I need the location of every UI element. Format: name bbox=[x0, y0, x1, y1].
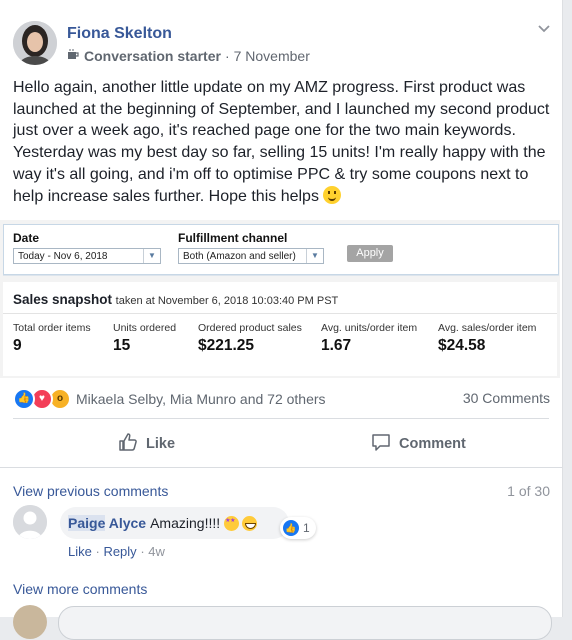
like-button[interactable]: Like bbox=[118, 432, 175, 456]
commenter-first-name: Paige bbox=[68, 515, 106, 531]
post-text: Hello again, another little update on my… bbox=[13, 77, 553, 207]
current-user-avatar bbox=[13, 605, 47, 639]
metric-value: 9 bbox=[13, 337, 22, 354]
metric-label: Avg. sales/order item bbox=[438, 322, 537, 334]
comment-actions: Like · Reply · 4w bbox=[68, 544, 165, 559]
metric-avg-sales: Avg. sales/order item $24.58 bbox=[438, 322, 536, 355]
sales-snapshot: Sales snapshot taken at November 6, 2018… bbox=[3, 282, 557, 376]
comment-age[interactable]: 4w bbox=[148, 544, 165, 559]
comment-like-count[interactable]: 👍 1 bbox=[280, 517, 316, 539]
metric-value: $24.58 bbox=[438, 337, 486, 354]
chevron-down-icon[interactable] bbox=[538, 20, 550, 36]
view-previous-comments-link[interactable]: View previous comments bbox=[13, 483, 168, 499]
post-body: Hello again, another little update on my… bbox=[13, 79, 550, 205]
metric-label: Units ordered bbox=[113, 322, 177, 334]
comment-pager: 1 of 30 bbox=[507, 483, 550, 499]
comment-icon bbox=[371, 432, 391, 456]
metric-avg-units: Avg. units/order item 1.67 bbox=[321, 322, 417, 355]
post-card: Fiona Skelton Conversation starter · 7 N… bbox=[0, 0, 563, 640]
snapshot-divider bbox=[3, 313, 557, 314]
divider bbox=[0, 467, 562, 468]
like-reaction-icon: 👍 bbox=[13, 388, 35, 410]
metric-units-ordered: Units ordered 15 bbox=[113, 322, 176, 355]
author-name[interactable]: Fiona Skelton bbox=[67, 25, 172, 43]
snapshot-timestamp: taken at November 6, 2018 10:03:40 PM PS… bbox=[115, 295, 339, 307]
metric-value: 1.67 bbox=[321, 337, 352, 354]
like-label: Like bbox=[146, 436, 176, 452]
view-more-comments-link[interactable]: View more comments bbox=[13, 581, 147, 597]
comments-count[interactable]: 30 Comments bbox=[463, 390, 550, 406]
metric-total-order-items: Total order items 9 bbox=[13, 322, 91, 355]
metric-label: Ordered product sales bbox=[198, 322, 302, 334]
comment-reply-link[interactable]: Reply bbox=[103, 544, 136, 559]
dropdown-arrow-icon: ▼ bbox=[143, 249, 160, 263]
star-struck-emoji-icon bbox=[224, 515, 240, 531]
snapshot-header: Sales snapshot taken at November 6, 2018… bbox=[13, 292, 338, 307]
apply-button: Apply bbox=[347, 245, 393, 262]
write-comment-input[interactable] bbox=[58, 606, 552, 640]
fulfillment-select-value: Both (Amazon and seller) bbox=[183, 251, 296, 262]
comment-text: Amazing!!!! bbox=[150, 515, 221, 531]
metric-label: Avg. units/order item bbox=[321, 322, 418, 334]
fulfillment-label: Fulfillment channel bbox=[178, 231, 288, 245]
meta-separator: · bbox=[224, 48, 230, 64]
conversation-starter-badge[interactable]: Conversation starter bbox=[84, 48, 221, 64]
grin-emoji-icon bbox=[242, 515, 258, 531]
commenter-last-name: Alyce bbox=[108, 515, 147, 531]
date-select: Today - Nov 6, 2018 ▼ bbox=[13, 248, 161, 264]
like-reaction-icon: 👍 bbox=[283, 520, 299, 536]
reaction-summary[interactable]: 👍 ♥ o Mikaela Selby, Mia Munro and 72 ot… bbox=[13, 388, 326, 410]
dropdown-arrow-icon: ▼ bbox=[306, 249, 323, 263]
smile-emoji-icon bbox=[323, 185, 342, 204]
post-meta: Conversation starter · 7 November bbox=[67, 48, 310, 64]
post-date[interactable]: 7 November bbox=[234, 48, 310, 64]
metric-label: Total order items bbox=[13, 322, 91, 334]
filter-bar: Date Today - Nov 6, 2018 ▼ Fulfillment c… bbox=[3, 224, 559, 275]
comment-like-number: 1 bbox=[303, 521, 310, 535]
commenter-name[interactable]: Paige Alyce bbox=[68, 515, 146, 531]
reaction-names[interactable]: Mikaela Selby, Mia Munro and 72 others bbox=[76, 391, 326, 407]
author-avatar[interactable] bbox=[13, 21, 57, 65]
date-select-value: Today - Nov 6, 2018 bbox=[18, 251, 108, 262]
comment-like-link[interactable]: Like bbox=[68, 544, 92, 559]
fulfillment-select: Both (Amazon and seller) ▼ bbox=[178, 248, 324, 264]
comment-button[interactable]: Comment bbox=[371, 432, 466, 456]
metric-value: $221.25 bbox=[198, 337, 255, 354]
snapshot-title: Sales snapshot bbox=[13, 292, 113, 307]
commenter-avatar[interactable] bbox=[13, 505, 47, 539]
coffee-icon bbox=[67, 48, 80, 64]
divider bbox=[13, 418, 549, 419]
sales-screenshot[interactable]: Date Today - Nov 6, 2018 ▼ Fulfillment c… bbox=[0, 220, 560, 378]
metric-ordered-product-sales: Ordered product sales $221.25 bbox=[198, 322, 302, 355]
comment-label: Comment bbox=[399, 436, 466, 452]
comment-bubble: Paige Alyce Amazing!!!! bbox=[60, 507, 290, 539]
thumbs-up-icon bbox=[118, 432, 138, 456]
metric-value: 15 bbox=[113, 337, 131, 354]
date-label: Date bbox=[13, 231, 40, 245]
